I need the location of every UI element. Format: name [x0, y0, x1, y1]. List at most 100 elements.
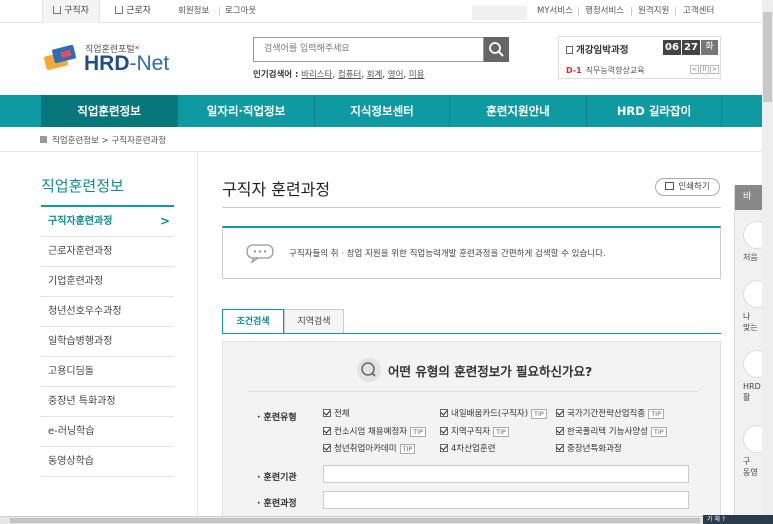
prev-icon[interactable]: < [690, 65, 699, 74]
page-title: 구직자 훈련과정 [222, 180, 331, 199]
checkbox-consortium[interactable]: 컨소시엄 채용예정자 TIP [323, 426, 426, 438]
popular-term[interactable]: 미용 [409, 70, 425, 80]
search-icon [489, 42, 504, 57]
checkbox-checked-icon[interactable] [556, 427, 564, 435]
popular-label: 인기검색어 : [253, 70, 299, 80]
home-icon[interactable] [40, 136, 47, 143]
nav-job-info[interactable]: 일자리·직업정보 [178, 95, 314, 127]
checkbox-checked-icon[interactable] [323, 444, 331, 452]
quick-menu-label: HRD 활 [743, 382, 761, 402]
remote-support-link[interactable]: 원격지원 [638, 0, 669, 23]
breadcrumb-text: 직업훈련정보 > 구직자훈련과정 [40, 134, 166, 146]
nav-hrd-guide[interactable]: HRD 길라잡이 [587, 95, 721, 127]
nav-training-support[interactable]: 훈련지원안내 [450, 95, 586, 127]
tab-worker-label: 근로자 [126, 6, 151, 16]
sidebar-item-stepping-stone[interactable]: 고용디딤돌 [41, 357, 174, 387]
checkbox-youth-academy[interactable]: 청년취업아카데미 TIP [323, 443, 416, 455]
tip-button[interactable]: TIP [648, 409, 665, 419]
breadcrumb-path[interactable]: 직업훈련정보 > 구직자훈련과정 [52, 136, 166, 146]
checkbox-naeil-card[interactable]: 내일배움카드(구직자) TIP [440, 408, 547, 420]
training-course-input[interactable] [323, 491, 689, 509]
sidebar-item-work-study[interactable]: 일학습병행과정 [41, 327, 174, 357]
tab-region-search[interactable]: 지역검색 [284, 309, 344, 334]
tab-condition-search[interactable]: 조건검색 [222, 309, 284, 334]
training-org-input[interactable] [323, 465, 689, 483]
sidebar-item-middle-aged[interactable]: 중장년 특화과정 [41, 387, 174, 417]
logo-title-suffix: -Net [129, 52, 170, 75]
checkbox-checked-icon[interactable] [556, 409, 564, 417]
search-button[interactable] [484, 37, 509, 62]
checkbox-all[interactable]: 전체 [323, 408, 350, 420]
hrd-logo-icon[interactable] [41, 44, 79, 74]
calendar-icon [566, 46, 573, 54]
checkbox-label: 국가기간전략산업직종 [567, 409, 646, 419]
admin-service-link[interactable]: 행정서비스 [585, 0, 624, 23]
tip-button[interactable]: TIP [399, 444, 416, 454]
nav-knowledge-center[interactable]: 지식정보센터 [315, 95, 449, 127]
home-icon [53, 6, 62, 14]
popular-term[interactable]: 회계 [367, 70, 383, 80]
checkbox-4th-industry[interactable]: 4차산업훈련 [440, 443, 496, 455]
checkbox-regional-jobseeker[interactable]: 지역구직자 TIP [440, 426, 509, 438]
checkbox-checked-icon[interactable] [440, 427, 448, 435]
chevron-right-icon: > [159, 214, 170, 228]
checkbox-label: 지역구직자 [451, 427, 491, 437]
checkbox-label: 4차산업훈련 [451, 444, 496, 454]
next-icon[interactable]: > [710, 65, 719, 74]
checkbox-checked-icon[interactable] [323, 427, 331, 435]
member-info-link[interactable]: 회원정보 [178, 0, 209, 23]
search-input[interactable]: 검색어를 입력해주세요 [253, 37, 484, 62]
sidebar-item-company[interactable]: 기업훈련과정 [41, 267, 174, 297]
tip-button[interactable]: TIP [650, 427, 667, 437]
checkbox-checked-icon[interactable] [556, 444, 564, 452]
top-utility-bar: 구직자 근로자 회원정보 로그아웃 MY서비스 행정서비스 원격지원 고객센터 [0, 0, 773, 23]
checkbox-label: 중장년특화과정 [567, 444, 622, 454]
checkbox-checked-icon[interactable] [323, 409, 331, 417]
tab-jobseeker[interactable]: 구직자 [42, 0, 100, 23]
customer-center-link[interactable]: 고객센터 [683, 0, 714, 23]
nav-training-info[interactable]: 직업훈련정보 [41, 95, 177, 127]
info-text: 구직자들의 취 · 창업 지원을 위한 직업능력개발 훈련과정을 간편하게 검색… [289, 249, 606, 259]
tab-worker[interactable]: 근로자 [104, 0, 162, 23]
checkbox-label: 컨소시엄 채용예정자 [334, 427, 408, 437]
logout-link[interactable]: 로그아웃 [225, 0, 256, 23]
upcoming-course-item[interactable]: D-1 직무능력향상교육 [566, 65, 645, 76]
horizontal-scrollbar-thumb[interactable] [10, 518, 700, 523]
course-name: 직무능력향상교육 [585, 66, 645, 75]
checkbox-label: 한국폴리텍 기능사양성 [567, 427, 648, 437]
tip-button[interactable]: TIP [493, 427, 509, 437]
divider [197, 152, 198, 524]
sidebar-item-worker[interactable]: 근로자훈련과정 [41, 237, 174, 267]
popular-term[interactable]: 영어 [388, 70, 404, 80]
checkbox-national-strategic[interactable]: 국가기간전략산업직종 TIP [556, 408, 665, 420]
sidebar-item-jobseeker[interactable]: 구직자훈련과정 > [41, 207, 174, 237]
checkbox-label: 전체 [334, 409, 350, 419]
popular-term[interactable]: 바리스타 [301, 70, 332, 80]
popular-term[interactable]: 컴퓨터 [338, 70, 361, 80]
sidebar-item-video[interactable]: 동영상학습 [41, 447, 174, 477]
pause-icon[interactable]: ll [700, 65, 709, 74]
tab-jobseeker-label: 구직자 [64, 6, 89, 16]
checkbox-checked-icon[interactable] [440, 444, 448, 452]
divider [248, 391, 698, 392]
print-label: 인쇄하기 [678, 182, 710, 192]
my-service-link[interactable]: MY서비스 [537, 0, 573, 23]
upcoming-course-label: 개강임박과정 [566, 42, 628, 56]
vertical-scrollbar-thumb[interactable] [763, 12, 772, 102]
month-badge: 06 [663, 40, 681, 55]
tip-button[interactable]: TIP [410, 427, 426, 437]
day-badge: 27 [682, 40, 700, 55]
print-button[interactable]: 인쇄하기 [655, 178, 720, 196]
popular-search-terms: 인기검색어 : 바리스타, 컴퓨터, 회계, 영어, 미용 [253, 70, 425, 80]
upcoming-course-box: 개강임박과정 06 27 화 D-1 직무능력향상교육 < ll > [558, 36, 721, 79]
checkbox-middle-aged[interactable]: 중장년특화과정 [556, 443, 622, 455]
divider [578, 7, 579, 16]
sidebar-item-youth[interactable]: 청년선호우수과정 [41, 297, 174, 327]
tip-button[interactable]: TIP [531, 409, 547, 419]
logo-title[interactable]: HRD-Net [84, 52, 169, 76]
sidebar-item-elearning[interactable]: e-러닝학습 [41, 417, 174, 447]
checkbox-label: 청년취업아카데미 [334, 444, 397, 454]
divider [631, 7, 632, 16]
checkbox-polytech[interactable]: 한국폴리텍 기능사양성 TIP [556, 426, 667, 438]
checkbox-checked-icon[interactable] [440, 409, 448, 417]
